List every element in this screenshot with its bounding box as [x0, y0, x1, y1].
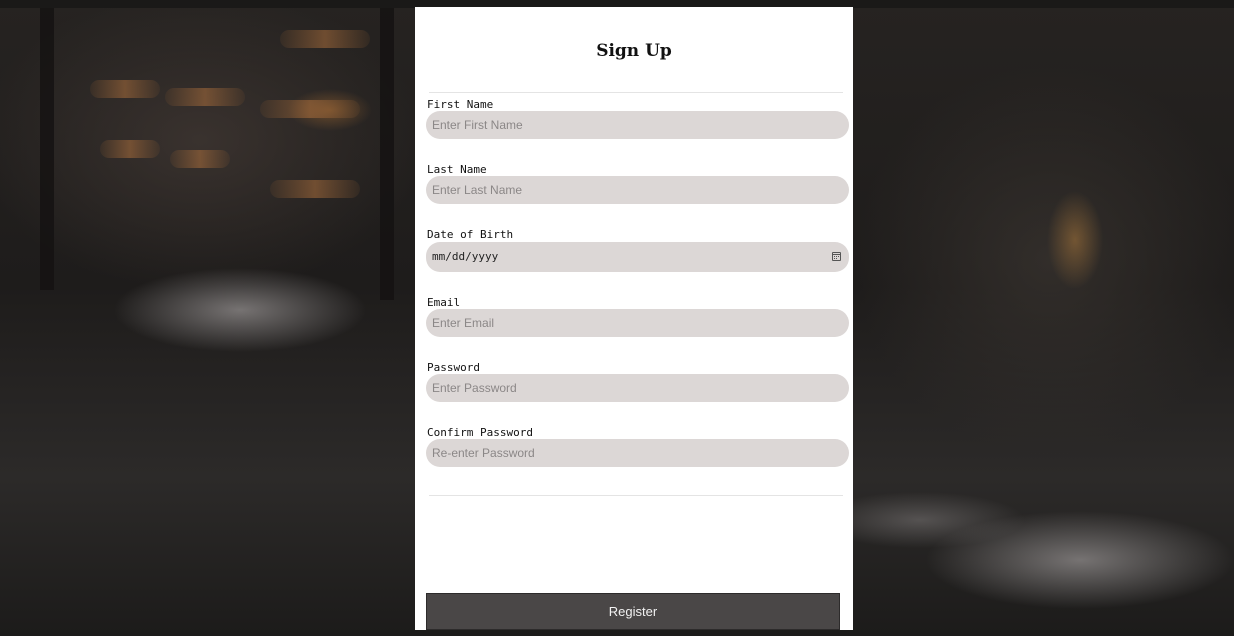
password-label: Password [427, 361, 480, 374]
date-of-birth-input[interactable]: mm/dd/yyyy [426, 242, 849, 272]
confirm-password-label: Confirm Password [427, 426, 533, 439]
calendar-icon[interactable] [832, 252, 841, 261]
signup-card: Sign Up First Name Enter First Name Last… [415, 7, 853, 630]
first-name-label: First Name [427, 98, 494, 111]
date-placeholder: mm/dd/yyyy [432, 250, 499, 263]
first-name-input[interactable]: Enter First Name [426, 111, 849, 139]
divider-bottom [429, 495, 843, 496]
last-name-label: Last Name [427, 163, 487, 176]
page-title: Sign Up [596, 41, 672, 61]
password-input[interactable]: Enter Password [426, 374, 849, 402]
confirm-password-input[interactable]: Re-enter Password [426, 439, 849, 467]
date-of-birth-label: Date of Birth [427, 228, 514, 241]
register-button[interactable]: Register [426, 593, 840, 630]
divider-top [429, 92, 843, 93]
email-input[interactable]: Enter Email [426, 309, 849, 337]
email-label: Email [427, 296, 461, 309]
last-name-input[interactable]: Enter Last Name [426, 176, 849, 204]
